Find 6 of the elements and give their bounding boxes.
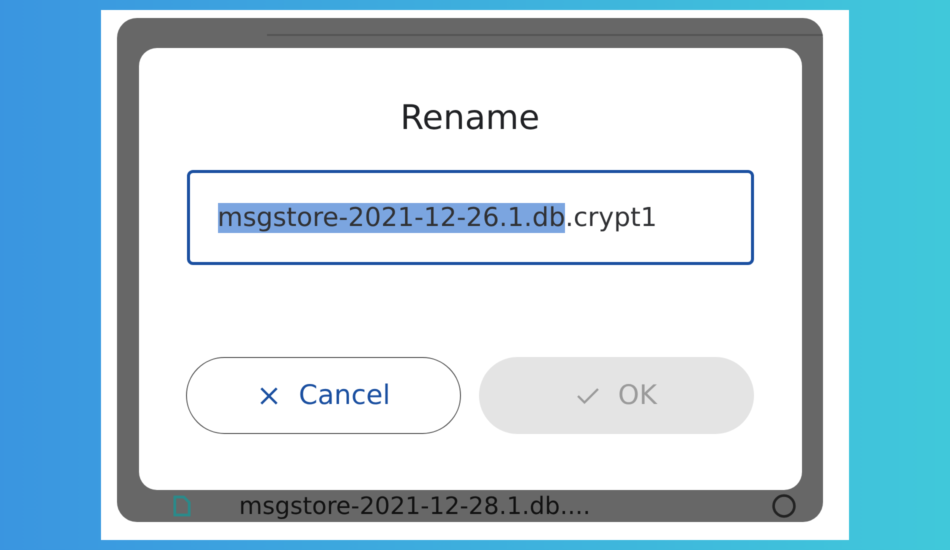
circle-icon	[771, 493, 797, 519]
file-name: msgstore-2021-12-28.1.db....	[239, 491, 592, 521]
filename-field[interactable]: msgstore-2021-12-26.1.db.crypt1	[186, 170, 754, 265]
cancel-button[interactable]: Cancel	[186, 357, 461, 434]
dialog-title: Rename	[400, 98, 540, 138]
file-icon	[173, 495, 191, 517]
